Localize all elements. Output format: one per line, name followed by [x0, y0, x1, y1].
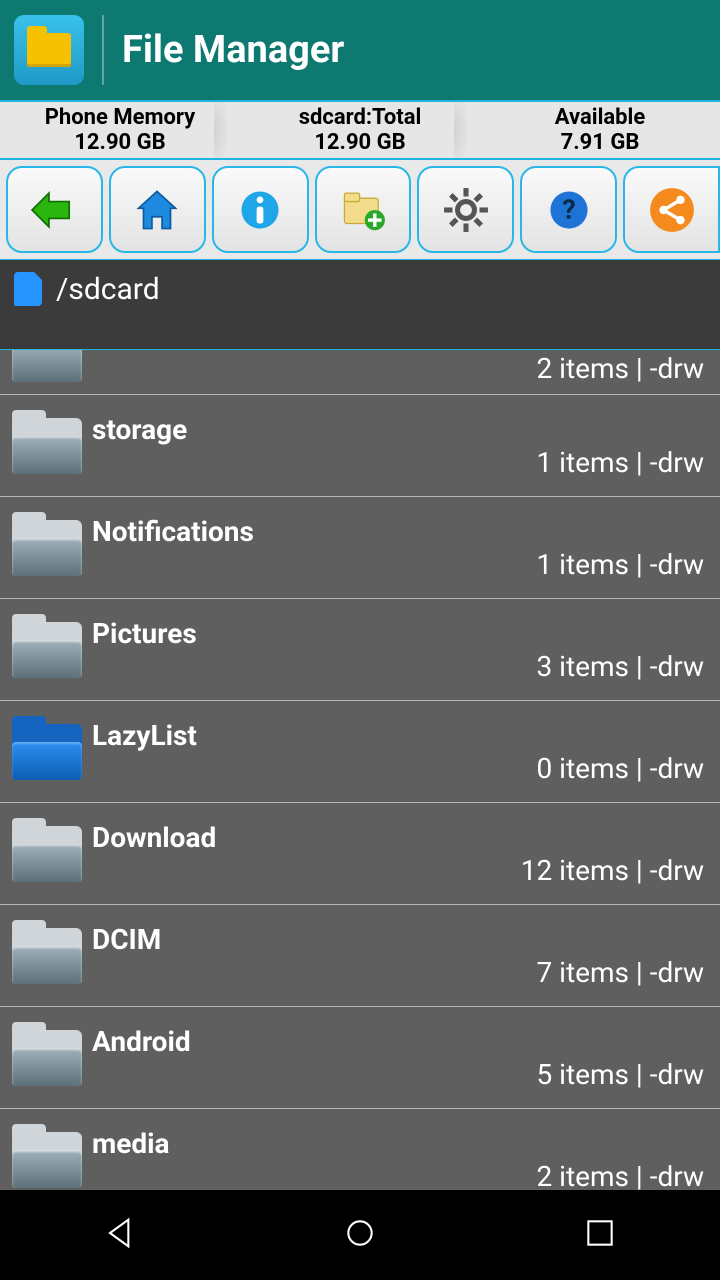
stat-label: sdcard:Total — [299, 105, 422, 130]
nav-recent-button[interactable] — [580, 1213, 620, 1257]
folder-name: Pictures — [92, 617, 704, 650]
folder-icon — [12, 928, 82, 984]
folder-icon — [12, 350, 82, 382]
share-icon — [645, 183, 699, 237]
folder-meta: 1 items | -drw — [536, 548, 704, 581]
new-folder-icon — [336, 183, 390, 237]
folder-meta: 2 items | -drw — [536, 1160, 704, 1191]
toolbar: ? — [0, 160, 720, 260]
new-folder-button[interactable] — [315, 166, 412, 253]
svg-text:?: ? — [562, 193, 575, 225]
stat-value: 7.91 GB — [561, 130, 640, 155]
folder-name: Android — [92, 1025, 704, 1058]
folder-meta: 0 items | -drw — [536, 752, 704, 785]
folder-meta: 1 items | -drw — [536, 446, 704, 479]
system-nav-bar — [0, 1190, 720, 1280]
folder-icon — [12, 826, 82, 882]
help-button[interactable]: ? — [520, 166, 617, 253]
nav-home-button[interactable] — [340, 1213, 380, 1257]
folder-row[interactable]: Pictures3 items | -drw — [0, 598, 720, 700]
folder-icon — [12, 1132, 82, 1188]
home-button[interactable] — [109, 166, 206, 253]
folder-row[interactable]: DCIM7 items | -drw — [0, 904, 720, 1006]
divider — [102, 15, 104, 85]
folder-name: storage — [92, 413, 704, 446]
app-title: File Manager — [122, 28, 344, 72]
folder-meta: 5 items | -drw — [536, 1058, 704, 1091]
settings-button[interactable] — [417, 166, 514, 253]
square-recent-icon — [580, 1213, 620, 1253]
folder-meta: 12 items | -drw — [521, 854, 704, 887]
folder-name: DCIM — [92, 923, 704, 956]
storage-stats: Phone Memory 12.90 GB sdcard:Total 12.90… — [0, 100, 720, 160]
share-button[interactable] — [623, 166, 720, 253]
app-icon — [14, 15, 84, 85]
home-icon — [130, 183, 184, 237]
folder-icon — [12, 622, 82, 678]
folder-row[interactable]: LazyList0 items | -drw — [0, 700, 720, 802]
current-path: /sdcard — [56, 272, 160, 307]
folder-name: Download — [92, 821, 704, 854]
triangle-back-icon — [100, 1213, 140, 1253]
folder-icon — [12, 418, 82, 474]
stat-value: 12.90 GB — [74, 130, 165, 155]
info-button[interactable] — [212, 166, 309, 253]
back-button[interactable] — [6, 166, 103, 253]
stat-label: Phone Memory — [45, 105, 196, 130]
file-list[interactable]: 2 items | -drwstorage1 items | -drwNotif… — [0, 350, 720, 1190]
stat-available[interactable]: Available 7.91 GB — [480, 102, 720, 158]
folder-row[interactable]: Notifications1 items | -drw — [0, 496, 720, 598]
folder-row[interactable]: storage1 items | -drw — [0, 394, 720, 496]
stat-label: Available — [555, 105, 646, 130]
nav-back-button[interactable] — [100, 1213, 140, 1257]
folder-meta: 3 items | -drw — [536, 650, 704, 683]
stat-value: 12.90 GB — [314, 130, 405, 155]
folder-row[interactable]: 2 items | -drw — [0, 350, 720, 394]
app-bar: File Manager — [0, 0, 720, 100]
folder-name: media — [92, 1127, 704, 1160]
folder-row[interactable]: Android5 items | -drw — [0, 1006, 720, 1108]
info-icon — [233, 183, 287, 237]
help-icon: ? — [542, 183, 596, 237]
folder-icon — [12, 520, 82, 576]
folder-meta: 7 items | -drw — [536, 956, 704, 989]
path-bar[interactable]: /sdcard — [0, 260, 720, 350]
folder-name: LazyList — [92, 719, 704, 752]
stat-sdcard-total[interactable]: sdcard:Total 12.90 GB — [240, 102, 480, 158]
folder-row[interactable]: media2 items | -drw — [0, 1108, 720, 1190]
folder-icon — [12, 1030, 82, 1086]
folder-meta: 2 items | -drw — [536, 352, 704, 385]
folder-icon — [27, 33, 71, 67]
folder-name: Notifications — [92, 515, 704, 548]
gear-icon — [439, 183, 493, 237]
folder-icon — [12, 724, 82, 780]
circle-home-icon — [340, 1213, 380, 1253]
stat-phone-memory[interactable]: Phone Memory 12.90 GB — [0, 102, 240, 158]
back-arrow-icon — [27, 183, 81, 237]
sdcard-icon — [14, 272, 42, 306]
folder-row[interactable]: Download12 items | -drw — [0, 802, 720, 904]
